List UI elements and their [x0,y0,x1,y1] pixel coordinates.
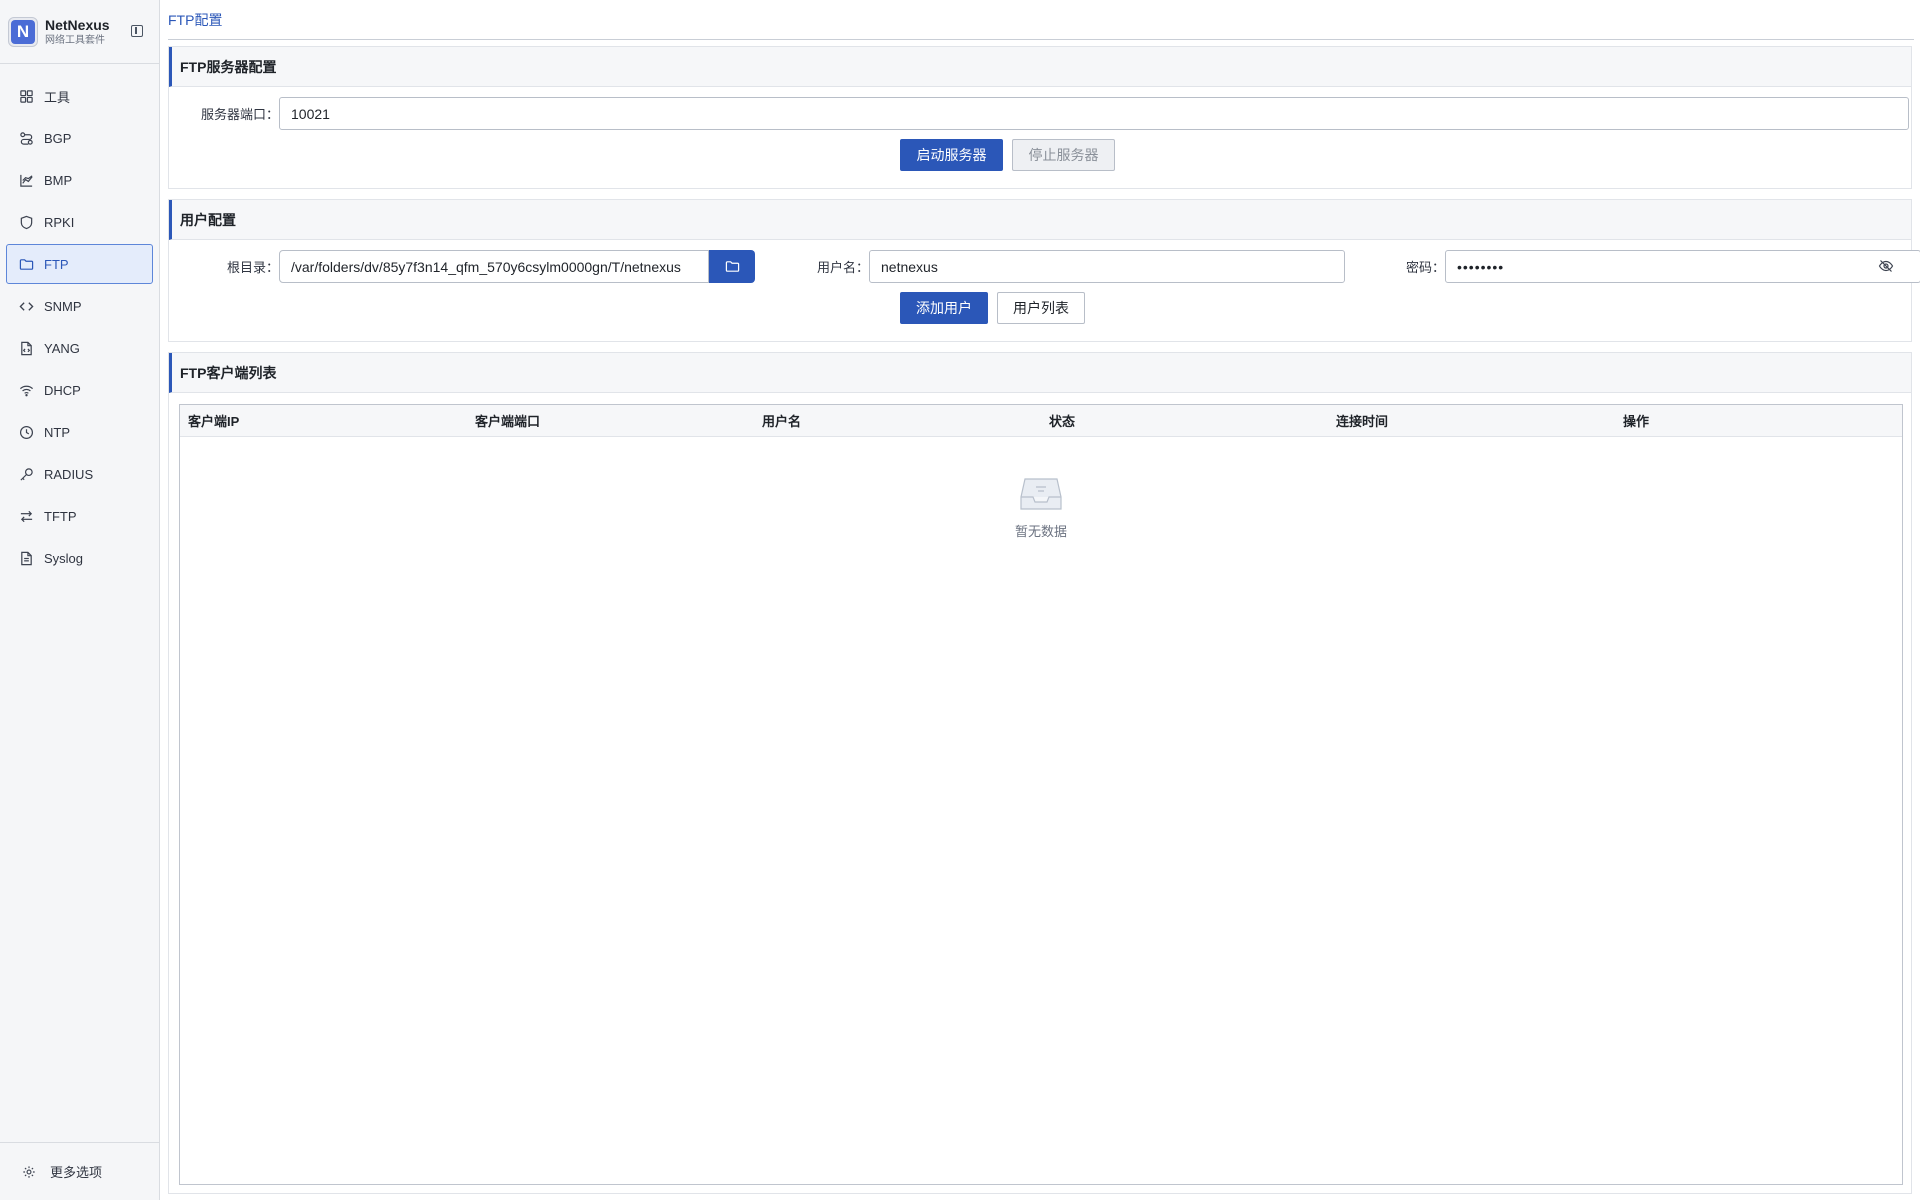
sidebar-item-radius[interactable]: RADIUS [6,454,153,494]
column-header-status: 状态 [1049,414,1076,429]
file-text-icon [18,550,34,566]
column-header-client-ip: 客户端IP [188,414,240,429]
key-icon [18,466,34,482]
sidebar-collapse-icon[interactable] [131,25,143,37]
tab-bar: FTP配置 [168,0,1914,40]
sidebar-item-label: BGP [44,130,72,146]
app-window: N NetNexus 网络工具套件 工具 BGP BMP RPKI FTP SN… [0,0,1920,1200]
card-title: FTP客户端列表 [169,353,1911,393]
column-header-connect-time: 连接时间 [1336,414,1389,429]
password-label: 密码： [1405,260,1445,275]
gear-icon [23,1165,35,1178]
sidebar-item-label: DHCP [44,382,81,398]
client-table: 客户端IP 客户端端口 用户名 状态 连接时间 操作 暂无数据 [179,404,1903,1185]
sidebar-item-label: TFTP [44,508,77,524]
file-code-icon [18,340,34,356]
sidebar-item-syslog[interactable]: Syslog [6,538,153,578]
clock-icon [18,424,34,440]
swap-icon [18,508,34,524]
grid-icon [18,88,34,104]
brand-header: N NetNexus 网络工具套件 [0,0,159,64]
user-list-button[interactable]: 用户列表 [997,292,1085,324]
add-user-button[interactable]: 添加用户 [900,292,988,324]
username-row: 用户名： netnexus [789,250,1345,283]
empty-inbox-icon [1020,478,1062,510]
ftp-client-list-card: FTP客户端列表 客户端IP 客户端端口 用户名 状态 连接时间 操作 暂无数据 [168,352,1912,1194]
column-header-username: 用户名 [762,414,802,429]
app-logo: N [8,16,38,47]
sidebar-item-dhcp[interactable]: DHCP [6,370,153,410]
root-dir-label: 根目录： [226,260,279,275]
wifi-icon [18,382,34,398]
port-label: 服务器端口： [200,107,279,122]
sidebar-item-bgp[interactable]: BGP [6,118,153,158]
sidebar-item-label: BMP [44,172,73,188]
sidebar-item-label: NTP [44,424,70,440]
sidebar-item-label: 工具 [44,89,71,105]
shield-icon [18,214,34,230]
username-label: 用户名： [816,260,869,275]
empty-state: 暂无数据 [180,473,1902,540]
sidebar-item-label: SNMP [44,298,82,314]
sidebar-item-label: FTP [44,256,69,272]
browse-folder-button[interactable] [709,250,755,283]
ftp-server-config-card: FTP服务器配置 服务器端口： 10021 启动服务器 停止服务器 [168,46,1912,189]
sidebar-item-yang[interactable]: YANG [6,328,153,368]
table-header: 客户端IP 客户端端口 用户名 状态 连接时间 操作 [180,405,1902,437]
password-input[interactable]: •••••••• [1445,250,1920,283]
username-input[interactable]: netnexus [869,250,1345,283]
start-server-button[interactable]: 启动服务器 [900,139,1003,171]
sidebar-item-label: YANG [44,340,80,356]
root-dir-input[interactable]: /var/folders/dv/85y7f3n14_qfm_570y6csylm… [279,250,709,283]
password-row: 密码： •••••••• [1369,250,1920,283]
sidebar-item-snmp[interactable]: SNMP [6,286,153,326]
sidebar-item-label: RPKI [44,214,75,230]
folder-icon [725,261,739,272]
eye-off-icon[interactable] [1878,258,1896,276]
sidebar-item-rpki[interactable]: RPKI [6,202,153,242]
sidebar-item-tftp[interactable]: TFTP [6,496,153,536]
column-header-actions: 操作 [1623,414,1650,429]
sidebar-item-ntp[interactable]: NTP [6,412,153,452]
sidebar-item-tools[interactable]: 工具 [6,76,153,116]
column-header-client-port: 客户端端口 [475,414,541,429]
tab-ftp-config[interactable]: FTP配置 [168,10,222,38]
folder-icon [18,256,34,272]
more-options-label: 更多选项 [50,1165,103,1180]
code-icon [18,298,34,314]
sidebar-item-label: Syslog [44,550,84,566]
sidebar-item-bmp[interactable]: BMP [6,160,153,200]
sidebar: N NetNexus 网络工具套件 工具 BGP BMP RPKI FTP SN… [0,0,160,1200]
stop-server-button[interactable]: 停止服务器 [1012,139,1115,171]
port-row: 服务器端口： 10021 [179,97,1909,130]
app-title: NetNexus [45,16,110,33]
empty-text: 暂无数据 [1014,524,1067,539]
sidebar-nav: 工具 BGP BMP RPKI FTP SNMP YANG DHCP NTP R… [0,64,159,578]
main-content: FTP配置 FTP服务器配置 服务器端口： 10021 启动服务器 停止服务器 … [168,0,1920,1200]
brand-text: NetNexus 网络工具套件 [45,16,110,48]
card-title: 用户配置 [169,200,1911,240]
route-icon [18,130,34,146]
card-title: FTP服务器配置 [169,47,1911,87]
sidebar-item-label: RADIUS [44,466,94,482]
root-dir-row: 根目录： /var/folders/dv/85y7f3n14_qfm_570y6… [179,250,709,283]
app-subtitle: 网络工具套件 [45,34,105,46]
logo-letter: N [11,19,35,44]
user-config-card: 用户配置 根目录： /var/folders/dv/85y7f3n14_qfm_… [168,199,1920,342]
sidebar-item-ftp[interactable]: FTP [6,244,153,284]
port-input[interactable]: 10021 [279,97,1909,130]
more-options-button[interactable]: 更多选项 [0,1142,159,1200]
chart-icon [18,172,34,188]
